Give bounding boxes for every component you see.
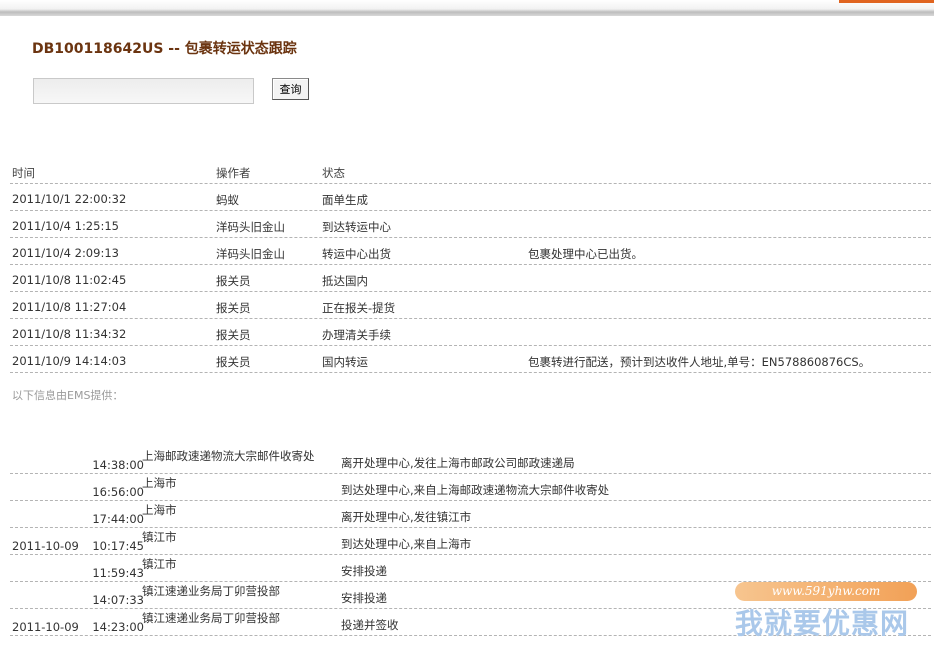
ems-location: 上海市 [142, 476, 177, 490]
ems-time: 17:44:00 [92, 512, 144, 526]
row-operator: 报关员 [216, 301, 251, 315]
row-status: 正在报关-提货 [322, 301, 396, 315]
tracking-table: 时间 操作者 状态 2011/10/1 22:00:32 蚂蚁 面单生成 201… [10, 160, 931, 373]
row-status: 抵达国内 [322, 274, 368, 288]
ems-source-note: 以下信息由EMS提供： [12, 389, 124, 402]
ems-row: 16:56:00 上海市 到达处理中心,来自上海邮政速递物流大宗邮件收寄处 [10, 474, 931, 501]
ems-location: 镇江市 [142, 530, 177, 544]
search-button[interactable]: 查询 [272, 78, 309, 100]
row-time: 2011/10/1 22:00:32 [12, 192, 127, 206]
row-time: 2011/10/4 2:09:13 [12, 246, 119, 260]
row-operator: 洋码头旧金山 [216, 220, 285, 234]
watermark-url: www.591yhw.com [735, 582, 917, 601]
header-status: 状态 [322, 166, 345, 180]
ems-row: 11:59:43 镇江市 安排投递 [10, 555, 931, 582]
ems-location: 镇江市 [142, 557, 177, 571]
ems-time: 11:59:43 [92, 566, 144, 580]
row-note: 包裹转进行配送，预计到达收件人地址,单号：EN578860876CS。 [528, 355, 871, 369]
tracking-row: 2011/10/1 22:00:32 蚂蚁 面单生成 [10, 184, 931, 211]
row-time: 2011/10/4 1:25:15 [12, 219, 119, 233]
ems-location: 上海市 [142, 503, 177, 517]
row-status: 国内转运 [322, 355, 368, 369]
row-note: 包裹处理中心已出货。 [528, 247, 643, 261]
ems-message: 安排投递 [341, 564, 387, 578]
ems-message: 离开处理中心,发往镇江市 [341, 510, 472, 524]
ems-time: 14:23:00 [92, 620, 144, 634]
row-status: 到达转运中心 [322, 220, 391, 234]
ems-row: 14:38:00 上海邮政速递物流大宗邮件收寄处 离开处理中心,发往上海市邮政公… [10, 447, 931, 474]
ems-row: 17:44:00 上海市 离开处理中心,发往镇江市 [10, 501, 931, 528]
tracking-row: 2011/10/8 11:34:32 报关员 办理清关手续 [10, 319, 931, 346]
ems-time: 14:07:33 [92, 593, 144, 607]
ems-message: 离开处理中心,发往上海市邮政公司邮政速递局 [341, 456, 575, 470]
row-time: 2011/10/8 11:34:32 [12, 327, 127, 341]
row-time: 2011/10/9 14:14:03 [12, 354, 127, 368]
tracking-row: 2011/10/4 1:25:15 洋码头旧金山 到达转运中心 [10, 211, 931, 238]
ems-time: 16:56:00 [92, 485, 144, 499]
tracking-row: 2011/10/8 11:27:04 报关员 正在报关-提货 [10, 292, 931, 319]
ems-message: 投递并签收 [341, 618, 399, 632]
row-operator: 报关员 [216, 274, 251, 288]
ems-date: 2011-10-09 [12, 539, 79, 553]
row-status: 转运中心出货 [322, 247, 391, 261]
tracking-row: 2011/10/4 2:09:13 洋码头旧金山 转运中心出货 包裹处理中心已出… [10, 238, 931, 265]
row-operator: 蚂蚁 [216, 193, 239, 207]
row-operator: 报关员 [216, 355, 251, 369]
row-operator: 洋码头旧金山 [216, 247, 285, 261]
tracking-number-input[interactable] [33, 78, 254, 104]
ems-date: 2011-10-09 [12, 620, 79, 634]
ems-location: 镇江速递业务局丁卯营投部 [142, 584, 280, 598]
ems-time: 10:17:45 [92, 539, 144, 553]
ems-row: 2011-10-09 10:17:45 镇江市 到达处理中心,来自上海市 [10, 528, 931, 555]
ems-message: 到达处理中心,来自上海市 [341, 537, 472, 551]
tracking-table-header: 时间 操作者 状态 [10, 160, 931, 184]
row-operator: 报关员 [216, 328, 251, 342]
tracking-row: 2011/10/8 11:02:45 报关员 抵达国内 [10, 265, 931, 292]
header-operator: 操作者 [216, 166, 251, 180]
browser-top-bar [0, 0, 934, 16]
ems-location: 上海邮政速递物流大宗邮件收寄处 [142, 449, 315, 463]
row-time: 2011/10/8 11:27:04 [12, 300, 127, 314]
row-time: 2011/10/8 11:02:45 [12, 273, 127, 287]
ems-location: 镇江速递业务局丁卯营投部 [142, 611, 280, 625]
tracking-row: 2011/10/9 14:14:03 报关员 国内转运 包裹转进行配送，预计到达… [10, 346, 931, 373]
page-title: DB100118642US -- 包裹转运状态跟踪 [32, 41, 297, 57]
ems-message: 到达处理中心,来自上海邮政速递物流大宗邮件收寄处 [341, 483, 610, 497]
ems-time: 14:38:00 [92, 458, 144, 472]
row-status: 面单生成 [322, 193, 368, 207]
ems-message: 安排投递 [341, 591, 387, 605]
header-time: 时间 [12, 166, 35, 180]
site-watermark: www.591yhw.com 我就要优惠网 [735, 582, 925, 640]
watermark-text: 我就要优惠网 [735, 607, 910, 640]
top-bar-accent [839, 0, 934, 3]
row-status: 办理清关手续 [322, 328, 391, 342]
